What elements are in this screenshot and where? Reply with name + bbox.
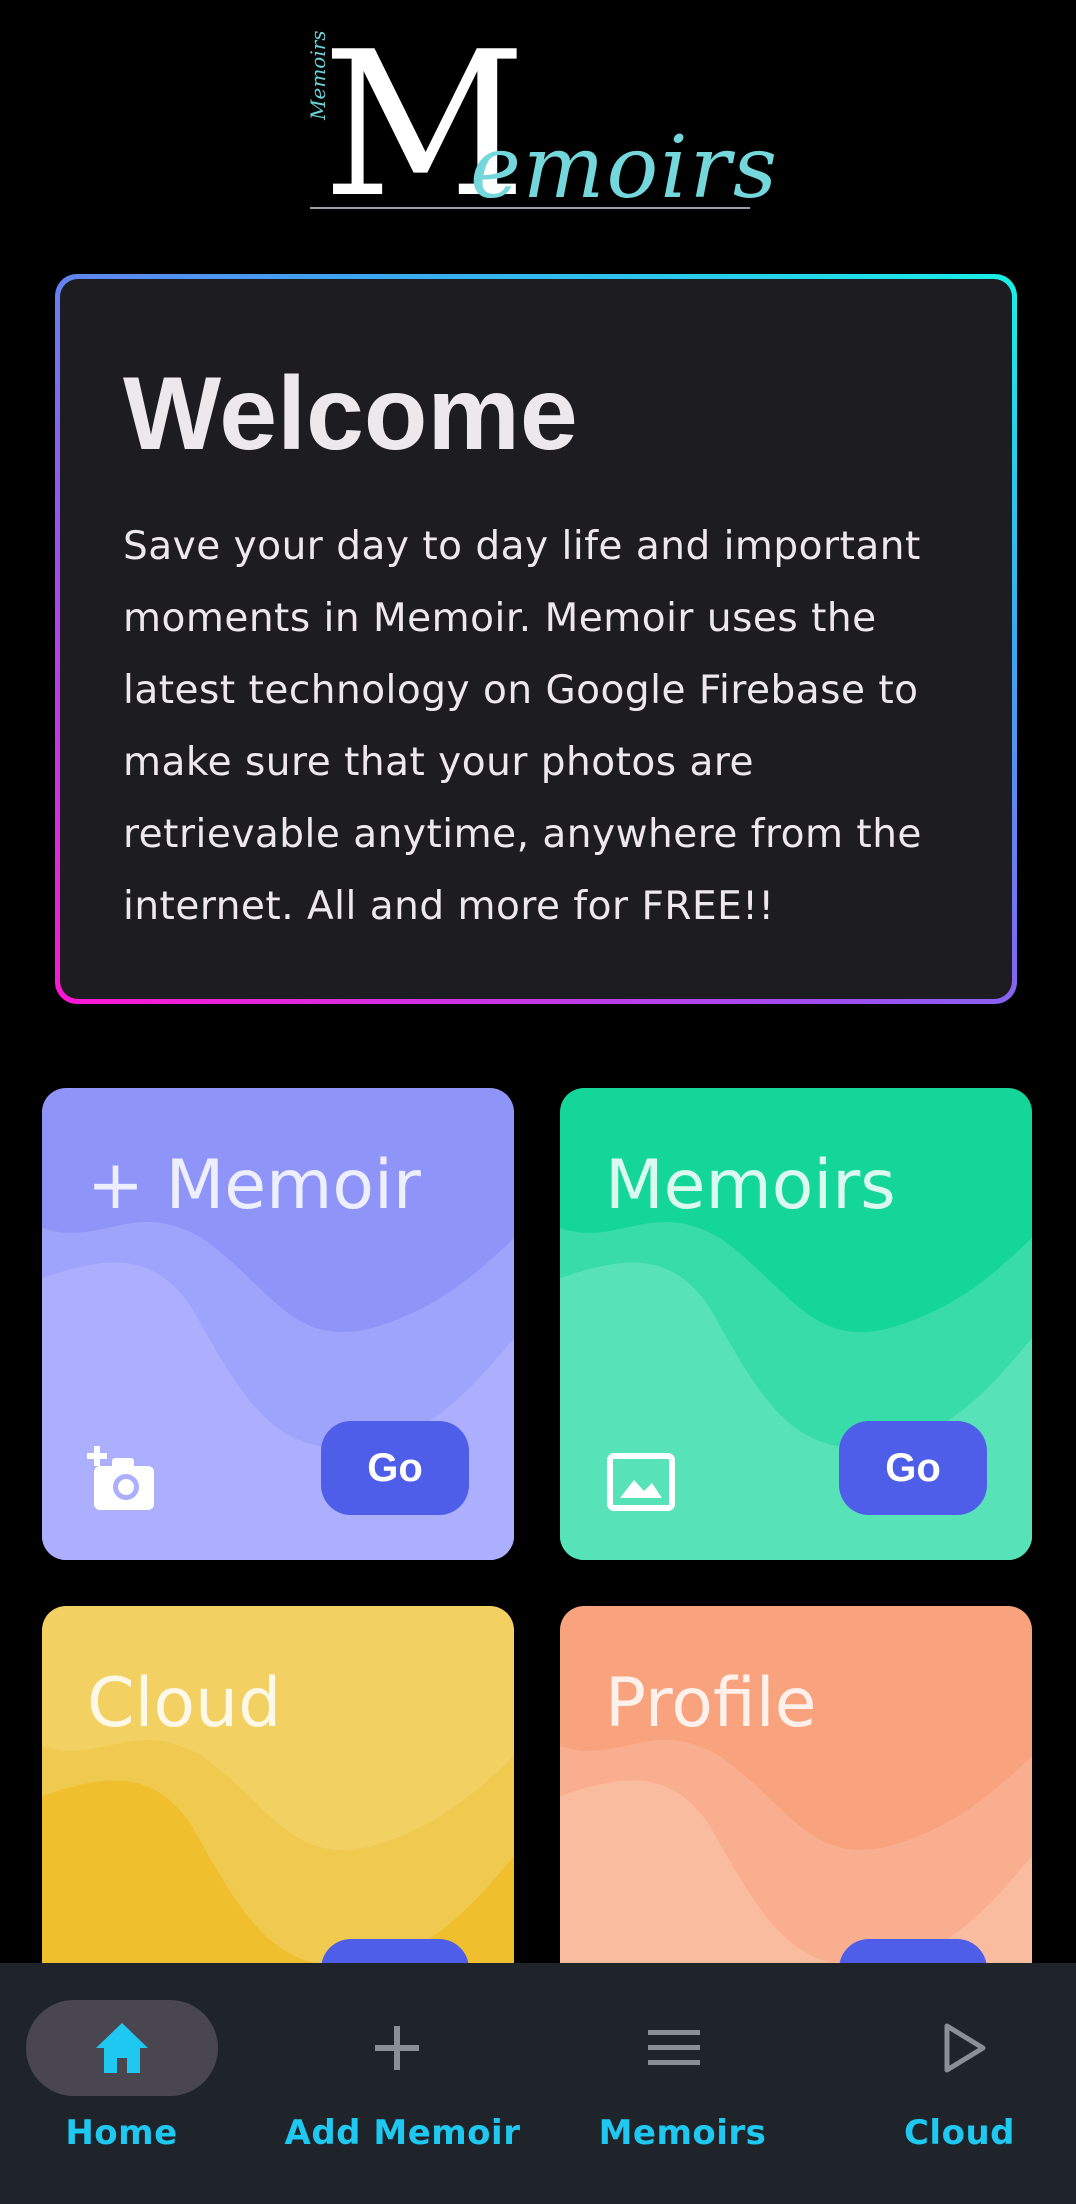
tile-memoirs[interactable]: Memoirs Go (560, 1088, 1032, 1560)
go-button[interactable]: Go (839, 1421, 987, 1515)
home-screen: M Memoirs emoirs Welcome Save your day t… (0, 0, 1076, 2204)
nav-label-home: Home (65, 2113, 178, 2153)
welcome-description: Save your day to day life and important … (123, 524, 922, 929)
image-icon (607, 1453, 675, 1511)
nav-label-memoirs: Memoirs (598, 2113, 767, 2153)
add-a-photo-icon (87, 1446, 154, 1510)
nav-label-add-memoir: Add Memoir (284, 2113, 521, 2153)
tile-title: + Memoir (87, 1146, 421, 1225)
logo-underline (310, 207, 750, 209)
nav-item-cloud[interactable]: Cloud (807, 1963, 1076, 2204)
tile-add-memoir[interactable]: + Memoir Go (42, 1088, 514, 1560)
tile-title: Cloud (87, 1664, 282, 1743)
logo-side-text: Memoirs (306, 30, 330, 120)
welcome-card: Welcome Save your day to day life and im… (55, 274, 1017, 1004)
go-button[interactable]: Go (321, 1421, 469, 1515)
nav-item-memoirs[interactable]: Memoirs (538, 1963, 807, 2204)
logo-script-text: emoirs (470, 118, 779, 218)
tile-title: Memoirs (605, 1146, 896, 1225)
plus-icon (375, 2026, 419, 2070)
menu-icon (648, 2030, 700, 2065)
home-icon (96, 2023, 148, 2073)
nav-label-cloud: Cloud (903, 2113, 1015, 2153)
bottom-navigation-bar: Home Add Memoir Memoirs Cloud (0, 1963, 1076, 2204)
welcome-title: Welcome (123, 356, 578, 472)
nav-item-home[interactable]: Home (0, 1963, 269, 2204)
app-logo: M Memoirs emoirs (300, 26, 780, 226)
tile-title: Profile (605, 1664, 817, 1743)
play-icon (944, 2023, 986, 2073)
nav-item-add-memoir[interactable]: Add Memoir (269, 1963, 538, 2204)
welcome-card-inner: Welcome Save your day to day life and im… (60, 279, 1012, 999)
